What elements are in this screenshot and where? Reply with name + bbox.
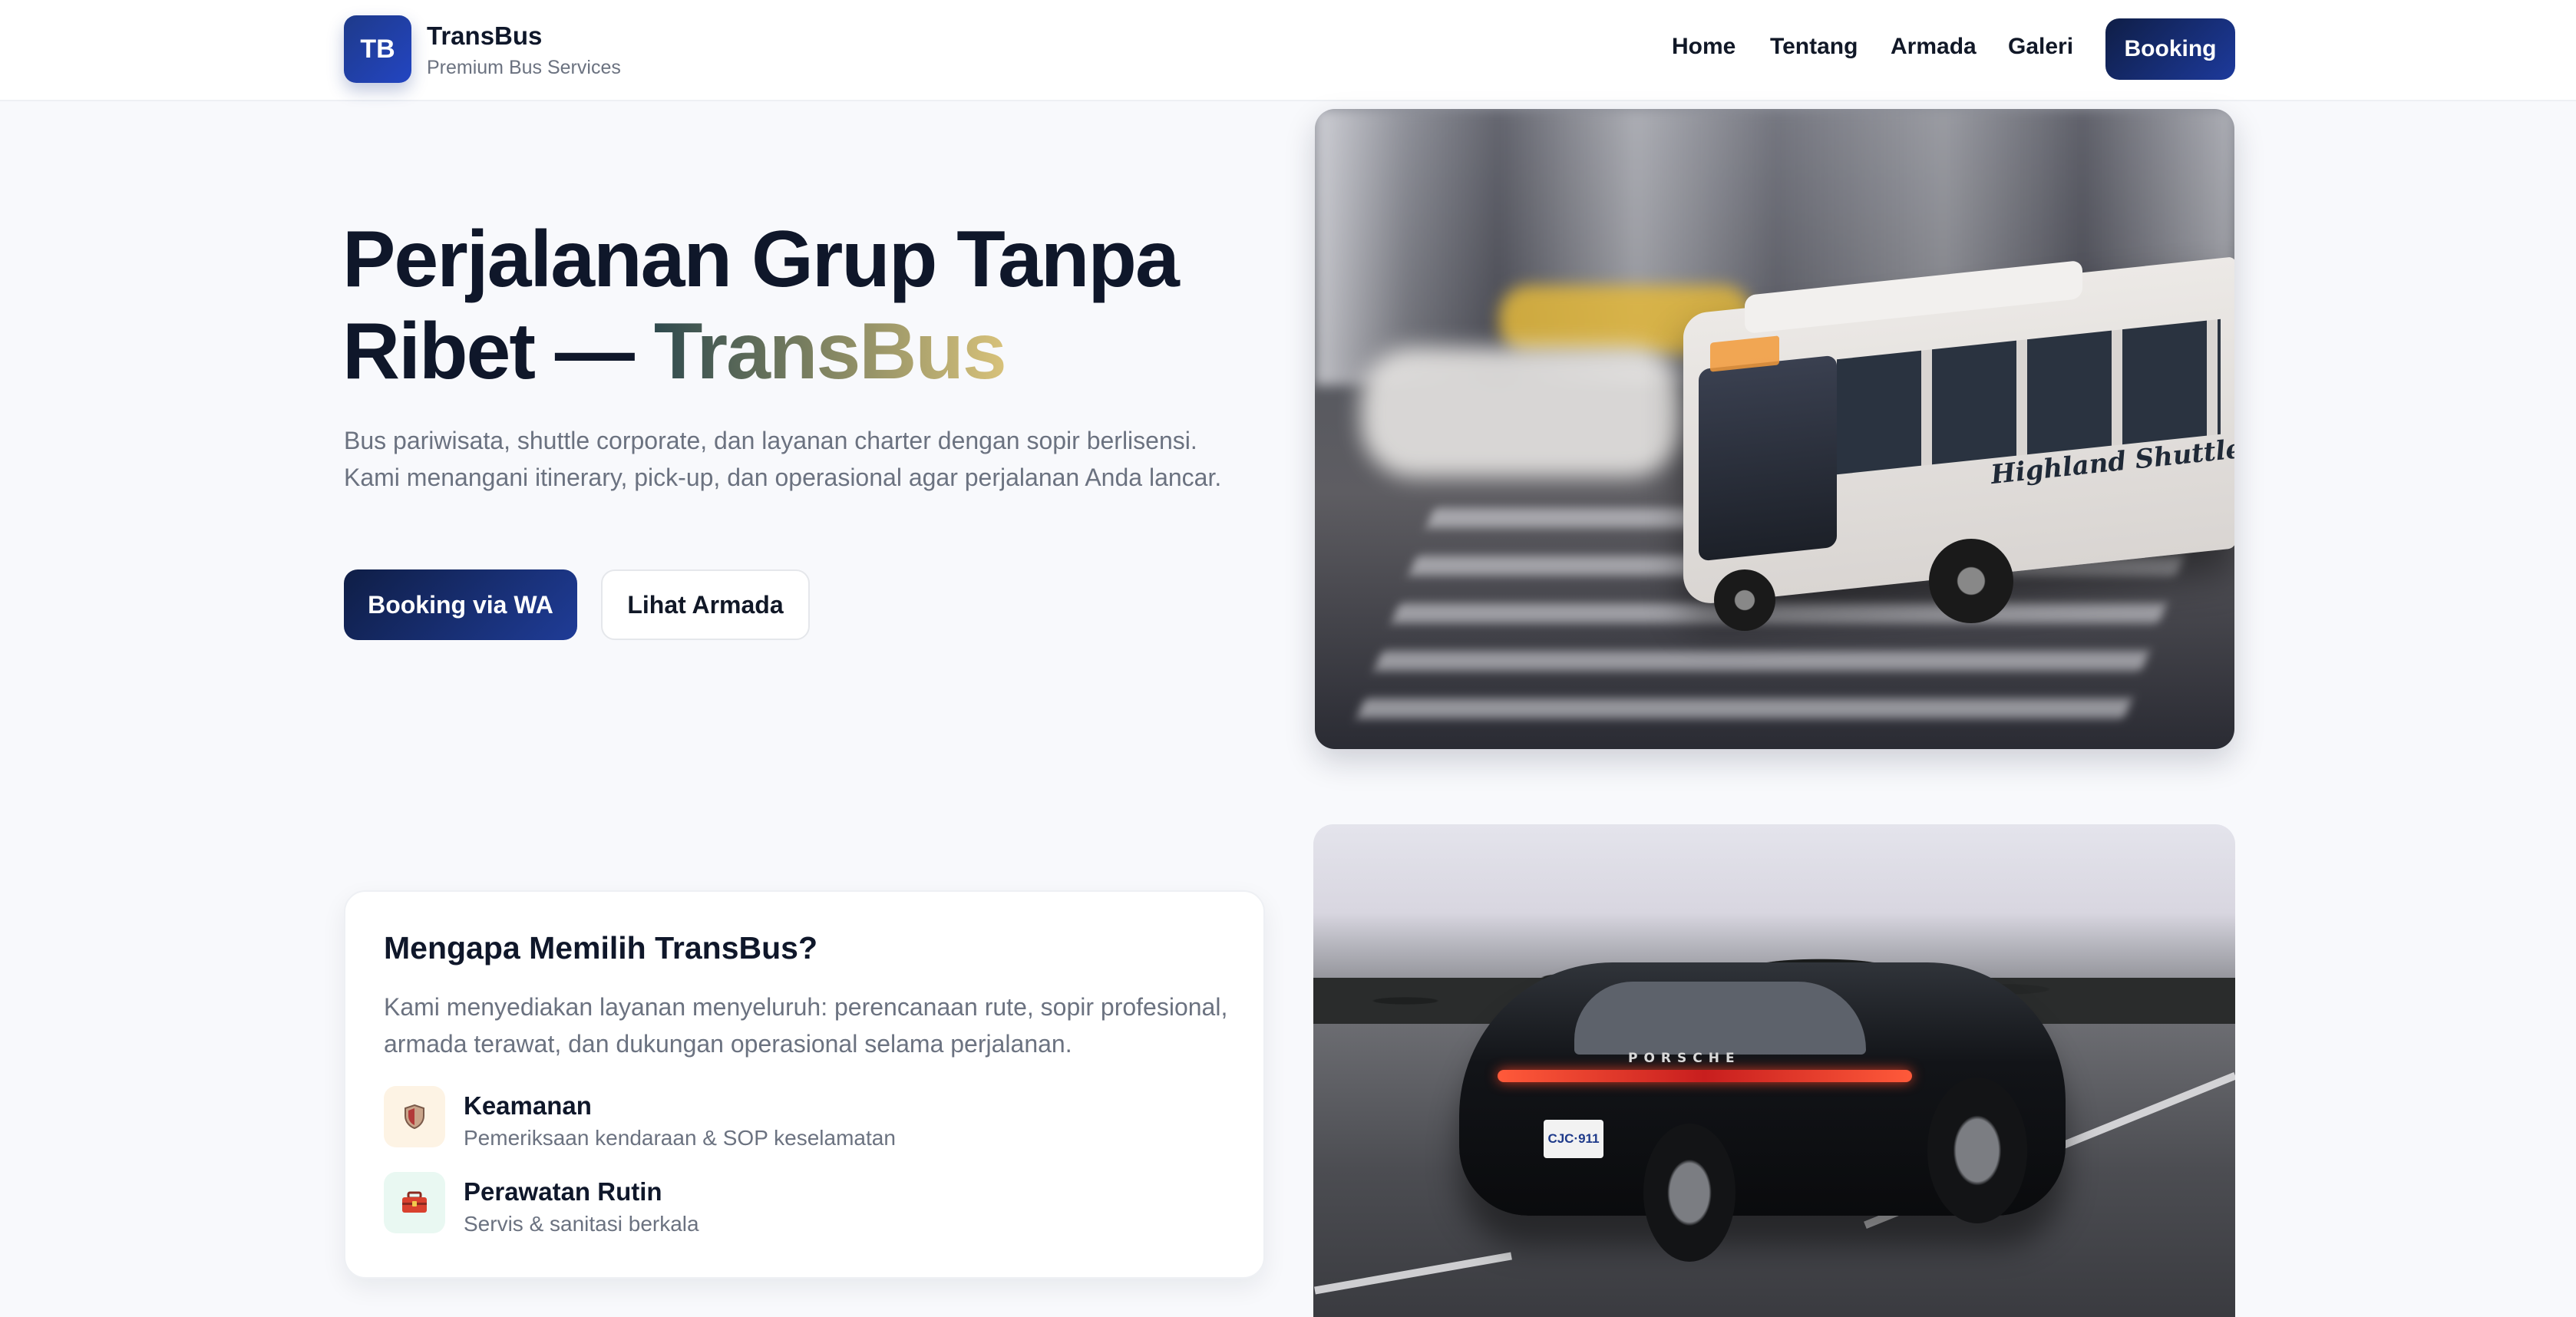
toolbox-icon [384,1172,445,1233]
hero-title-line2: Ribet — [342,307,635,396]
why-choose-card: Mengapa Memilih TransBus? Kami menyediak… [344,890,1265,1279]
booking-button[interactable]: Booking [2105,18,2235,80]
logo-badge[interactable]: TB [344,15,411,83]
hero-title-accent: TransBus [653,307,1007,396]
hero-bus-image: Highland Shuttle [1315,109,2234,749]
feature-title-perawatan: Perawatan Rutin [464,1177,662,1206]
gallery-car-image: PORSCHE CJC·911 [1313,824,2235,1317]
site-header: TB TransBus Premium Bus Services Home Te… [0,0,2576,101]
bus-front-wheel [1714,569,1775,631]
bus-rear-wheel [1929,539,2013,623]
car-rear-window [1574,982,1866,1055]
hero-description: Bus pariwisata, shuttle corporate, dan l… [344,427,1222,491]
hero-title-line1: Perjalanan Grup Tanpa [342,215,1180,304]
view-fleet-button[interactable]: Lihat Armada [601,569,810,640]
feature-subtitle-keamanan: Pemeriksaan kendaraan & SOP keselamatan [464,1126,896,1150]
car-brand-lettering: PORSCHE [1628,1051,1741,1066]
bus-front [1699,355,1837,562]
nav-armada[interactable]: Armada [1891,34,1977,60]
feature-subtitle-perawatan: Servis & sanitasi berkala [464,1212,699,1236]
car-rear-right-wheel [1927,1078,2027,1223]
nav-home[interactable]: Home [1672,34,1735,60]
car-license-plate: CJC·911 [1544,1120,1603,1158]
brand-tagline: Premium Bus Services [427,57,621,78]
car-taillight-bar [1498,1070,1912,1082]
why-title: Mengapa Memilih TransBus? [384,930,817,965]
brand-name[interactable]: TransBus [427,21,542,51]
blurred-white-car [1361,347,1683,477]
shield-icon [384,1086,445,1147]
road-marking-left [1314,1252,1512,1295]
nav-tentang[interactable]: Tentang [1770,34,1858,60]
booking-whatsapp-button[interactable]: Booking via WA [344,569,577,640]
hero-title: Perjalanan Grup Tanpa Ribet — TransBus [342,213,1263,398]
feature-title-keamanan: Keamanan [464,1091,592,1120]
nav-galeri[interactable]: Galeri [2008,34,2073,60]
why-description: Kami menyediakan layanan menyeluruh: per… [384,993,1228,1058]
car-rear-left-wheel [1643,1124,1735,1262]
